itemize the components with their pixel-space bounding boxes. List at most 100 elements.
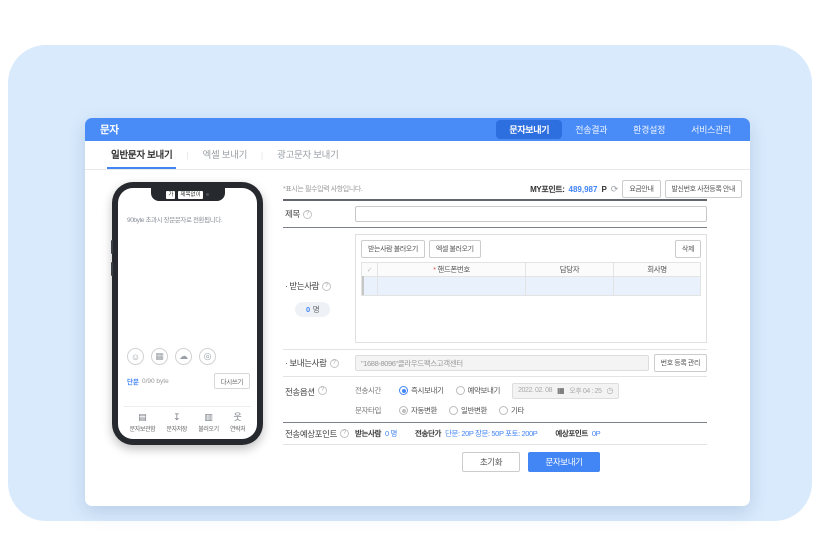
refresh-icon[interactable]: ⟳ — [611, 185, 619, 194]
help-icon[interactable]: ? — [303, 210, 312, 219]
radio-type-etc[interactable] — [499, 406, 508, 415]
contacts-button[interactable]: 웃 연락처 — [230, 412, 245, 433]
delete-recipients-button[interactable]: 삭제 — [675, 240, 701, 258]
phone-side-button — [111, 240, 113, 254]
send-options-row: 전송옵션 ? 전송시간 즉시보내기 예약보내기 2022. 02. 08 — [283, 377, 707, 423]
sender-row: · 보내는사람 ? 번호 등록 관리 — [283, 350, 707, 377]
font-size-chip: 가 — [166, 191, 175, 199]
recipient-empty-row — [362, 277, 701, 296]
sender-number-input[interactable] — [355, 355, 649, 371]
tab-ad-sms[interactable]: 광고문자 보내기 — [273, 141, 342, 169]
subject-chip: 제목없이 — [178, 191, 202, 199]
menu-item-settings[interactable]: 환경설정 — [620, 118, 678, 141]
estimate-row: 전송예상포인트 ? 받는사람 0 명 전송단가 단문: 20P 장문: 50P … — [283, 423, 707, 445]
points-value: 489,987 — [569, 185, 598, 194]
menu-item-send-sms[interactable]: 문자보내기 — [496, 120, 562, 139]
byte-counter: 0/90 byte — [142, 378, 169, 385]
emoji-icon[interactable]: ☺ — [127, 348, 144, 365]
reset-button[interactable]: 초기화 — [462, 452, 520, 472]
send-options-label: 전송옵션 ? — [283, 383, 355, 398]
tab-bar: 일반문자 보내기 | 엑셀 보내기 | 광고문자 보내기 — [85, 141, 750, 170]
message-type-label: 단문 — [127, 376, 139, 386]
save-icon: ↧ — [173, 412, 181, 422]
byte-limit-notice: 90byte 초과시 장문문자로 전환됩니다. — [118, 214, 257, 224]
radio-send-reserved[interactable] — [456, 386, 465, 395]
time-value: 오후 04 : 25 — [569, 386, 601, 396]
radio-type-normal[interactable] — [449, 406, 458, 415]
phone-notch: 가 제목없이 — [151, 188, 225, 201]
camera-dot — [206, 193, 209, 196]
main-content: 가 제목없이 90byte 초과시 장문문자로 전환됩니다. ☺ ▦ ☁ ◎ 단… — [85, 170, 750, 506]
required-note: *표시는 필수입력 사항입니다. — [283, 184, 362, 194]
recipients-label: · 받는사람 ? 0명 — [283, 228, 355, 349]
calendar-icon: ▦ — [557, 387, 564, 395]
menu-item-service-mgmt[interactable]: 서비스관리 — [678, 118, 744, 141]
app-header: 문자 문자보내기 전송결과 환경설정 서비스관리 — [85, 118, 750, 141]
company-cell[interactable] — [614, 277, 701, 296]
load-icon: ▥ — [204, 412, 213, 422]
compose-form: *표시는 필수입력 사항입니다. MY포인트: 489,987 P ⟳ 요금안내… — [283, 180, 742, 472]
location-icon[interactable]: ◎ — [199, 348, 216, 365]
estimate-label: 전송예상포인트 ? — [283, 428, 355, 440]
message-load-button[interactable]: ▥ 불러오기 — [198, 412, 218, 433]
form-actions: 초기화 문자보내기 — [355, 452, 707, 472]
archive-icon: ▤ — [138, 412, 147, 422]
manager-cell[interactable] — [526, 277, 614, 296]
message-type-option: 문자타입 자동변환 일반변환 기타 — [355, 403, 707, 418]
header-menu: 문자보내기 전송결과 환경설정 서비스관리 — [496, 118, 744, 141]
message-save-button[interactable]: ↧ 문자저장 — [166, 412, 186, 433]
phone-side-button — [111, 262, 113, 276]
recipients-box: 받는사람 불러오기 엑셀 불러오기 삭제 ✓ * 핸드폰번호 담당자 회사 — [355, 234, 707, 343]
app-window: 문자 문자보내기 전송결과 환경설정 서비스관리 일반문자 보내기 | 엑셀 보… — [85, 118, 750, 506]
form-info-row: *표시는 필수입력 사항입니다. MY포인트: 489,987 P ⟳ 요금안내… — [283, 180, 742, 198]
send-time-option: 전송시간 즉시보내기 예약보내기 2022. 02. 08 ▦ 오후 04 : … — [355, 383, 707, 398]
help-icon[interactable]: ? — [322, 282, 331, 291]
estimate-recipients: 받는사람 0 명 — [355, 428, 397, 439]
phone-toolbar: ▤ 문자보관함 ↧ 문자저장 ▥ 불러오기 웃 연락처 — [124, 406, 251, 433]
tab-general-sms[interactable]: 일반문자 보내기 — [107, 141, 176, 169]
help-icon[interactable]: ? — [340, 429, 349, 438]
phone-screen: 가 제목없이 90byte 초과시 장문문자로 전환됩니다. ☺ ▦ ☁ ◎ 단… — [118, 188, 257, 439]
tab-divider: | — [176, 141, 198, 169]
clock-icon: ◷ — [607, 387, 614, 395]
page-title: 문자 — [100, 122, 119, 137]
form-body: 제목 ? · 받는사람 ? 0명 — [283, 199, 707, 472]
menu-item-send-results[interactable]: 전송결과 — [562, 118, 620, 141]
radio-send-now[interactable] — [399, 386, 408, 395]
sender-number-manage-button[interactable]: 번호 등록 관리 — [654, 354, 707, 372]
select-all-header[interactable]: ✓ — [362, 263, 378, 277]
recipients-row: · 받는사람 ? 0명 받는사람 불러오기 엑셀 불러오기 삭제 — [283, 228, 707, 350]
schedule-datetime-input[interactable]: 2022. 02. 08 ▦ 오후 04 : 25 ◷ — [512, 383, 619, 399]
help-icon[interactable]: ? — [318, 386, 327, 395]
cloud-icon[interactable]: ☁ — [175, 348, 192, 365]
row-checkbox-cell — [362, 277, 378, 296]
rewrite-button[interactable]: 다시쓰기 — [214, 373, 250, 389]
recipient-count-badge: 0명 — [295, 302, 330, 317]
load-recipients-button[interactable]: 받는사람 불러오기 — [361, 240, 425, 258]
column-phone: * 핸드폰번호 — [378, 263, 526, 277]
send-sms-button[interactable]: 문자보내기 — [528, 452, 600, 472]
my-points: MY포인트: 489,987 P ⟳ 요금안내 발신번호 사전등록 안내 — [530, 180, 742, 198]
phone-preview: 가 제목없이 90byte 초과시 장문문자로 전환됩니다. ☺ ▦ ☁ ◎ 단… — [112, 182, 263, 445]
tab-divider: | — [251, 141, 273, 169]
subject-row: 제목 ? — [283, 201, 707, 228]
column-company: 회사명 — [614, 263, 701, 277]
fee-guide-button[interactable]: 요금안내 — [622, 180, 660, 198]
row-checkbox[interactable] — [362, 276, 364, 295]
subject-label: 제목 ? — [283, 208, 355, 220]
contact-icon: 웃 — [234, 412, 242, 422]
attachment-icons: ☺ ▦ ☁ ◎ — [127, 348, 216, 365]
image-icon[interactable]: ▦ — [151, 348, 168, 365]
sender-registration-guide-button[interactable]: 발신번호 사전등록 안내 — [665, 180, 743, 198]
estimate-unit-price: 전송단가 단문: 20P 장문: 50P 포토: 200P — [415, 428, 537, 439]
load-excel-button[interactable]: 엑셀 불러오기 — [429, 240, 481, 258]
byte-counter-row: 단문 0/90 byte 다시쓰기 — [127, 373, 250, 389]
tab-excel-send[interactable]: 엑셀 보내기 — [199, 141, 252, 169]
subject-input[interactable] — [355, 206, 707, 222]
radio-type-auto[interactable] — [399, 406, 408, 415]
phone-cell[interactable] — [378, 277, 526, 296]
column-manager: 담당자 — [526, 263, 614, 277]
message-archive-button[interactable]: ▤ 문자보관함 — [130, 412, 156, 433]
estimate-points: 예상포인트 0P — [555, 428, 600, 439]
help-icon[interactable]: ? — [330, 359, 339, 368]
